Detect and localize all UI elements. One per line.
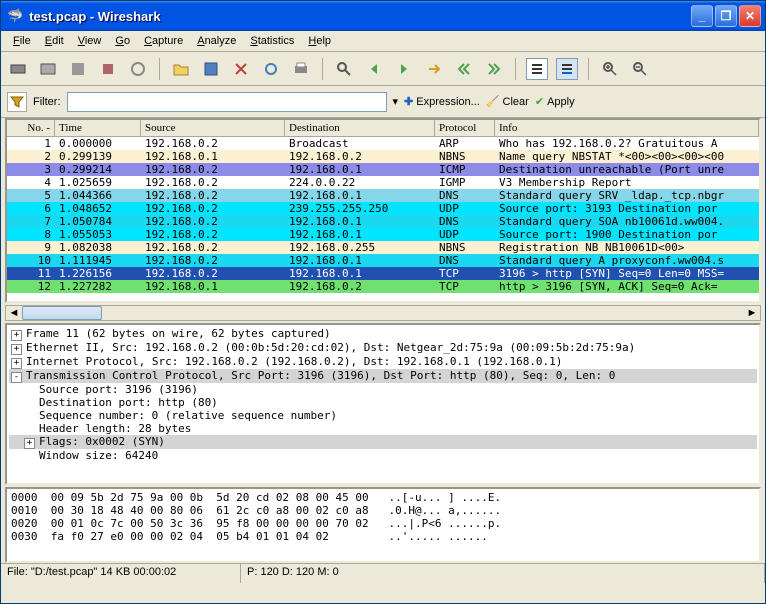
go-back-icon[interactable]: [363, 58, 385, 80]
tree-dstport[interactable]: Destination port: http (80): [9, 396, 757, 409]
scroll-right-icon[interactable]: ►: [744, 307, 760, 319]
menu-go[interactable]: Go: [109, 33, 136, 49]
filter-input[interactable]: [67, 92, 387, 112]
menu-help[interactable]: Help: [302, 33, 337, 49]
scroll-left-icon[interactable]: ◄: [6, 307, 22, 319]
interfaces-icon[interactable]: [7, 58, 29, 80]
open-file-icon[interactable]: [170, 58, 192, 80]
options-icon[interactable]: [37, 58, 59, 80]
zoom-in-icon[interactable]: [599, 58, 621, 80]
packet-row[interactable]: 10.000000192.168.0.2BroadcastARPWho has …: [7, 137, 759, 150]
start-capture-icon[interactable]: [67, 58, 89, 80]
tree-seq[interactable]: Sequence number: 0 (relative sequence nu…: [9, 409, 757, 422]
column-info[interactable]: Info: [495, 120, 759, 136]
save-file-icon[interactable]: [200, 58, 222, 80]
go-forward-icon[interactable]: [393, 58, 415, 80]
filter-label: Filter:: [33, 96, 61, 108]
colorize-icon[interactable]: [526, 58, 548, 80]
menu-edit[interactable]: Edit: [39, 33, 70, 49]
find-icon[interactable]: [333, 58, 355, 80]
packet-row[interactable]: 91.082038192.168.0.2192.168.0.255NBNSReg…: [7, 241, 759, 254]
column-no[interactable]: No. -: [7, 120, 55, 136]
go-last-icon[interactable]: [483, 58, 505, 80]
packet-row[interactable]: 111.226156192.168.0.2192.168.0.1TCP3196 …: [7, 267, 759, 280]
menu-statistics[interactable]: Statistics: [244, 33, 300, 49]
maximize-button[interactable]: ❐: [715, 5, 737, 27]
tree-tcp[interactable]: -Transmission Control Protocol, Src Port…: [9, 369, 757, 383]
packet-bytes-pane[interactable]: 0000 00 09 5b 2d 75 9a 00 0b 5d 20 cd 02…: [5, 487, 761, 563]
packet-row[interactable]: 121.227282192.168.0.1192.168.0.2TCPhttp …: [7, 280, 759, 293]
tree-flags[interactable]: +Flags: 0x0002 (SYN): [9, 435, 757, 449]
packet-row[interactable]: 51.044366192.168.0.2192.168.0.1DNSStanda…: [7, 189, 759, 202]
tree-frame[interactable]: +Frame 11 (62 bytes on wire, 62 bytes ca…: [9, 327, 757, 341]
tree-srcport[interactable]: Source port: 3196 (3196): [9, 383, 757, 396]
packet-row[interactable]: 61.048652192.168.0.2239.255.255.250UDPSo…: [7, 202, 759, 215]
column-protocol[interactable]: Protocol: [435, 120, 495, 136]
app-icon: 🦈: [7, 8, 23, 24]
packet-row[interactable]: 81.055053192.168.0.2192.168.0.1UDPSource…: [7, 228, 759, 241]
packet-list-pane[interactable]: No. - Time Source Destination Protocol I…: [5, 118, 761, 303]
packet-row[interactable]: 71.050784192.168.0.2192.168.0.1DNSStanda…: [7, 215, 759, 228]
close-file-icon[interactable]: [230, 58, 252, 80]
filter-toolbar: Filter: ▾ ✚Expression... 🧹Clear ✔Apply: [1, 86, 765, 118]
menu-file[interactable]: File: [7, 33, 37, 49]
restart-capture-icon[interactable]: [127, 58, 149, 80]
tree-ethernet[interactable]: +Ethernet II, Src: 192.168.0.2 (00:0b:5d…: [9, 341, 757, 355]
autoscroll-icon[interactable]: [556, 58, 578, 80]
titlebar[interactable]: 🦈 test.pcap - Wireshark _ ❐ ✕: [1, 1, 765, 31]
apply-button[interactable]: ✔Apply: [535, 95, 575, 108]
window-title: test.pcap - Wireshark: [29, 9, 691, 24]
tree-winsize[interactable]: Window size: 64240: [9, 449, 757, 462]
packet-row[interactable]: 41.025659192.168.0.2224.0.0.22IGMPV3 Mem…: [7, 176, 759, 189]
column-destination[interactable]: Destination: [285, 120, 435, 136]
menu-capture[interactable]: Capture: [138, 33, 189, 49]
go-first-icon[interactable]: [453, 58, 475, 80]
packet-list-hscroll[interactable]: ◄ ►: [5, 305, 761, 321]
tree-hdrlen[interactable]: Header length: 28 bytes: [9, 422, 757, 435]
main-toolbar: [1, 52, 765, 86]
packet-row[interactable]: 30.299214192.168.0.2192.168.0.1ICMPDesti…: [7, 163, 759, 176]
expression-button[interactable]: ✚Expression...: [404, 95, 480, 108]
column-source[interactable]: Source: [141, 120, 285, 136]
packet-row[interactable]: 101.111945192.168.0.2192.168.0.1DNSStand…: [7, 254, 759, 267]
go-to-icon[interactable]: [423, 58, 445, 80]
column-time[interactable]: Time: [55, 120, 141, 136]
tree-ip[interactable]: +Internet Protocol, Src: 192.168.0.2 (19…: [9, 355, 757, 369]
status-counts: P: 120 D: 120 M: 0: [241, 564, 765, 583]
expand-icon[interactable]: +: [11, 358, 22, 369]
filter-icon[interactable]: [7, 92, 27, 112]
menu-analyze[interactable]: Analyze: [191, 33, 242, 49]
reload-icon[interactable]: [260, 58, 282, 80]
collapse-icon[interactable]: -: [11, 372, 22, 383]
expand-icon[interactable]: +: [11, 344, 22, 355]
statusbar: File: "D:/test.pcap" 14 KB 00:00:02 P: 1…: [1, 563, 765, 583]
menubar: File Edit View Go Capture Analyze Statis…: [1, 31, 765, 52]
print-icon[interactable]: [290, 58, 312, 80]
expand-icon[interactable]: +: [24, 438, 35, 449]
clear-button[interactable]: 🧹Clear: [486, 95, 529, 108]
packet-row[interactable]: 20.299139192.168.0.1192.168.0.2NBNSName …: [7, 150, 759, 163]
scroll-thumb[interactable]: [22, 306, 102, 320]
packet-list-header[interactable]: No. - Time Source Destination Protocol I…: [7, 120, 759, 137]
zoom-out-icon[interactable]: [629, 58, 651, 80]
expand-icon[interactable]: +: [11, 330, 22, 341]
minimize-button[interactable]: _: [691, 5, 713, 27]
status-file: File: "D:/test.pcap" 14 KB 00:00:02: [1, 564, 241, 583]
stop-capture-icon[interactable]: [97, 58, 119, 80]
packet-details-pane[interactable]: +Frame 11 (62 bytes on wire, 62 bytes ca…: [5, 323, 761, 485]
close-button[interactable]: ✕: [739, 5, 761, 27]
filter-dropdown-icon[interactable]: ▾: [393, 95, 399, 108]
menu-view[interactable]: View: [72, 33, 108, 49]
